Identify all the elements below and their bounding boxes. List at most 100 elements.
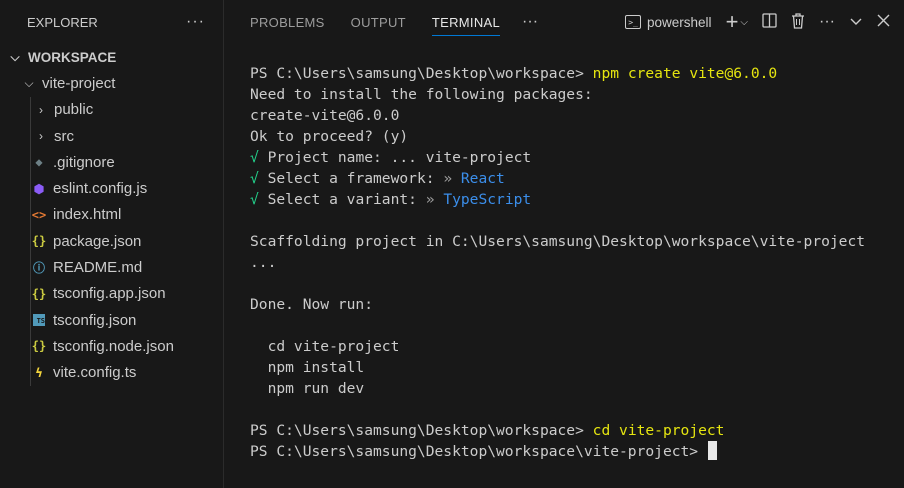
file-label: tsconfig.app.json: [53, 285, 166, 303]
json-icon: {}: [31, 234, 47, 249]
terminal-panel: PROBLEMS OUTPUT TERMINAL ··· >_ powershe…: [224, 0, 904, 488]
file-label: index.html: [53, 206, 122, 224]
panel-more-icon[interactable]: ···: [522, 13, 538, 31]
prompt-question: Select a variant:: [258, 191, 426, 208]
prompt-separator: »: [443, 170, 461, 187]
project-children: › public › src ◆ .gitignore ⬢ eslint.con…: [0, 96, 223, 386]
tree-folder-vite-project[interactable]: ⌵ vite-project: [0, 70, 223, 96]
chevron-right-icon: ›: [39, 129, 43, 144]
explorer-more-icon[interactable]: ···: [186, 13, 205, 31]
prompt-question: Project name:: [258, 149, 391, 166]
chevron-down-icon: ⌵: [10, 49, 20, 64]
chevron-down-icon: ⌵: [740, 16, 749, 28]
tree-file-tsconfig[interactable]: TS tsconfig.json: [0, 307, 223, 333]
workspace-section[interactable]: ⌵ WORKSPACE: [0, 44, 223, 70]
prompt-question: Select a framework:: [258, 170, 444, 187]
tree-file-tsconfig-node[interactable]: {} tsconfig.node.json: [0, 333, 223, 359]
explorer-title: EXPLORER: [27, 14, 98, 30]
command: cd vite-project: [592, 422, 725, 439]
new-terminal-button[interactable]: + ⌵: [726, 11, 748, 33]
close-icon[interactable]: [877, 14, 890, 30]
panel-tabs: PROBLEMS OUTPUT TERMINAL ··· >_ powershe…: [224, 0, 904, 44]
file-label: tsconfig.json: [53, 311, 137, 329]
prompt-answer: vite-project: [425, 149, 532, 166]
terminal-line: create-vite@6.0.0: [250, 107, 400, 124]
prompt-answer: TypeScript: [443, 191, 532, 208]
explorer-sidebar: EXPLORER ··· ⌵ WORKSPACE ⌵ vite-project …: [0, 0, 224, 488]
ts-icon: TS: [31, 314, 47, 327]
file-label: eslint.config.js: [53, 180, 148, 198]
chevron-down-icon: ⌵: [24, 75, 34, 90]
prompt: PS C:\Users\samsung\Desktop\workspace>: [250, 65, 593, 82]
terminal-line: √ Select a variant: » TypeScript: [250, 189, 865, 210]
chevron-right-icon: ›: [39, 102, 43, 117]
terminal-line: PS C:\Users\samsung\Desktop\workspace\vi…: [250, 441, 865, 462]
json-icon: {}: [31, 286, 47, 301]
prompt: PS C:\Users\samsung\Desktop\workspace>: [250, 422, 593, 439]
plus-icon: +: [725, 9, 739, 34]
terminal-output[interactable]: PS C:\Users\samsung\Desktop\workspace> n…: [250, 63, 865, 462]
tree-folder-public[interactable]: › public: [0, 97, 223, 123]
check-icon: √: [250, 191, 259, 208]
explorer-header: EXPLORER ···: [0, 0, 223, 44]
terminal-line: PS C:\Users\samsung\Desktop\workspace> n…: [250, 63, 865, 84]
json-icon: {}: [31, 339, 47, 354]
folder-label: public: [54, 101, 94, 119]
terminal-line: √ Select a framework: » React: [250, 168, 865, 189]
folder-label: src: [54, 127, 74, 145]
check-icon: √: [250, 170, 259, 187]
prompt: PS C:\Users\samsung\Desktop\workspace\vi…: [250, 443, 707, 460]
file-label: .gitignore: [53, 153, 115, 171]
prompt-separator: »: [425, 191, 444, 208]
git-icon: ◆: [35, 155, 43, 170]
file-label: package.json: [53, 232, 142, 250]
prompt-answer: React: [460, 170, 505, 187]
terminal-line: Scaffolding project in C:\Users\samsung\…: [250, 233, 866, 250]
terminal-line: npm run dev: [250, 380, 365, 397]
terminal-line: Need to install the following packages:: [250, 86, 593, 103]
trash-icon[interactable]: [791, 12, 805, 32]
tree-file-readme[interactable]: ⓘ README.md: [0, 254, 223, 280]
tab-output[interactable]: OUTPUT: [351, 0, 406, 44]
check-icon: √: [250, 149, 259, 166]
terminal-cursor: [707, 441, 717, 460]
tree-folder-src[interactable]: › src: [0, 123, 223, 149]
html-icon: <>: [31, 207, 47, 222]
terminal-line: Ok to proceed? (y): [250, 128, 409, 145]
more-actions-icon[interactable]: ···: [819, 13, 835, 31]
info-icon: ⓘ: [32, 261, 45, 276]
tree-file-vite-config[interactable]: ϟ vite.config.ts: [0, 360, 223, 386]
terminal-line: cd vite-project: [250, 338, 400, 355]
terminal-line: √ Project name: ... vite-project: [250, 147, 865, 168]
tree-file-gitignore[interactable]: ◆ .gitignore: [0, 149, 223, 175]
panel-actions: >_ powershell + ⌵ ···: [625, 0, 890, 44]
terminal-line: PS C:\Users\samsung\Desktop\workspace> c…: [250, 420, 865, 441]
split-terminal-icon[interactable]: [762, 13, 777, 31]
terminal-shell-selector[interactable]: >_ powershell: [625, 15, 712, 30]
workspace-label: WORKSPACE: [28, 49, 117, 65]
vite-icon: ϟ: [35, 365, 43, 380]
folder-label: vite-project: [42, 74, 116, 92]
tab-problems[interactable]: PROBLEMS: [250, 0, 325, 44]
file-label: vite.config.ts: [53, 364, 137, 382]
file-label: README.md: [53, 259, 143, 277]
terminal-line: Done. Now run:: [250, 296, 374, 313]
tab-terminal[interactable]: TERMINAL: [431, 0, 501, 44]
terminal-line: ...: [250, 254, 277, 271]
tree-file-eslint[interactable]: ⬢ eslint.config.js: [0, 175, 223, 201]
terminal-icon: >_: [625, 15, 642, 29]
file-label: tsconfig.node.json: [53, 337, 174, 355]
tree-file-tsconfig-app[interactable]: {} tsconfig.app.json: [0, 281, 223, 307]
prompt-separator: ...: [390, 149, 426, 166]
terminal-line: npm install: [250, 359, 365, 376]
shell-label: powershell: [647, 14, 712, 30]
tree-file-package-json[interactable]: {} package.json: [0, 228, 223, 254]
tree-file-index-html[interactable]: <> index.html: [0, 202, 223, 228]
eslint-icon: ⬢: [33, 181, 45, 196]
command: npm create vite@6.0.0: [592, 65, 778, 82]
chevron-down-icon[interactable]: [849, 14, 863, 31]
